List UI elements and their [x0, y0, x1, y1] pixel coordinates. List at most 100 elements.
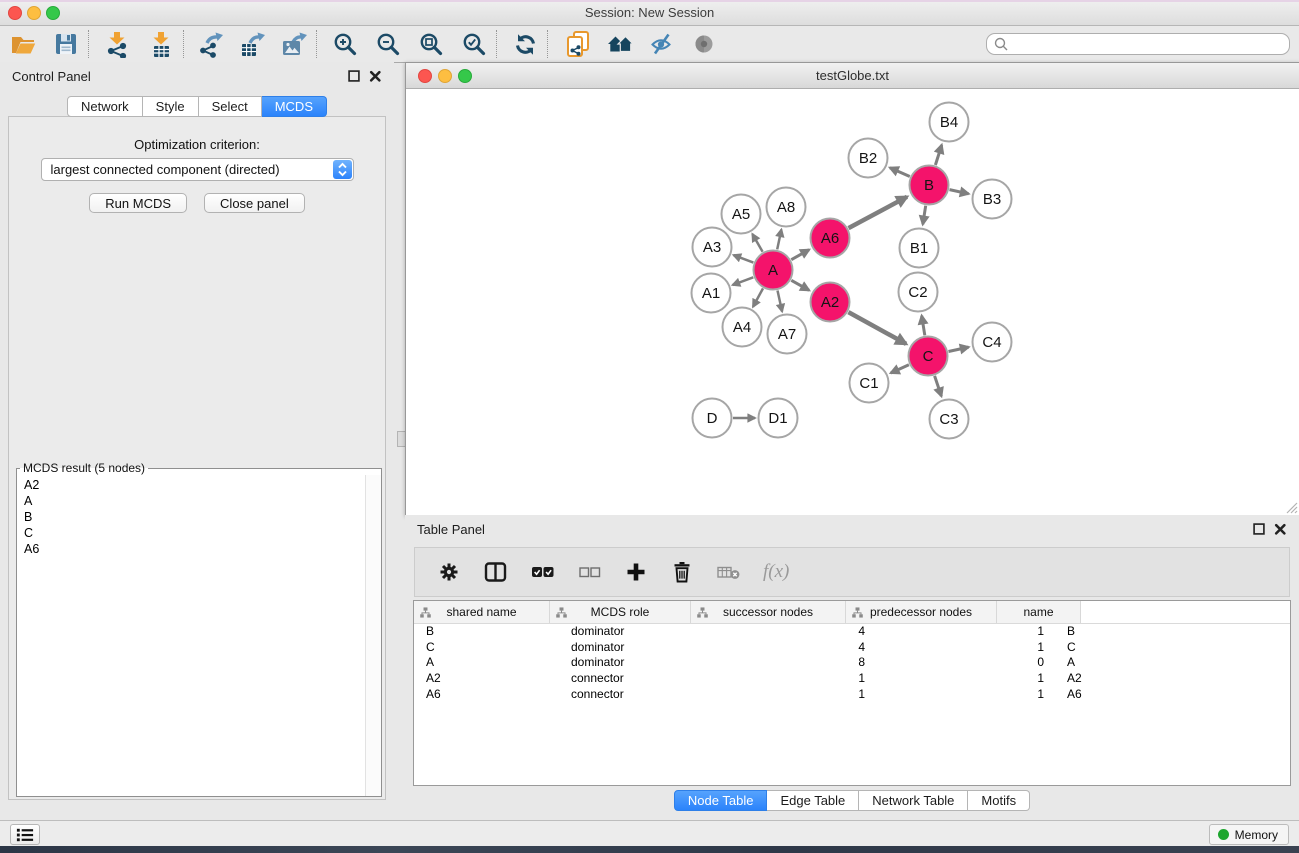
- table-cell[interactable]: C: [1058, 640, 1150, 656]
- graph-node-C1[interactable]: C1: [850, 364, 889, 403]
- graph-node-A5[interactable]: A5: [722, 195, 761, 234]
- mcds-result-list[interactable]: A2ABCA6: [17, 475, 365, 796]
- table-cell[interactable]: A6: [1058, 687, 1150, 703]
- delete-column-button[interactable]: [670, 560, 694, 584]
- graph-edge-A-A5[interactable]: [752, 234, 762, 252]
- graph-node-C2[interactable]: C2: [899, 273, 938, 312]
- table-cell[interactable]: 8: [711, 655, 894, 671]
- show-graphics-details-button[interactable]: [689, 29, 719, 59]
- graph-node-A7[interactable]: A7: [768, 315, 807, 354]
- zoom-selected-button[interactable]: [459, 29, 489, 59]
- graph-edge-B-B3[interactable]: [950, 190, 969, 194]
- table-cell[interactable]: 0: [894, 655, 1058, 671]
- table-cell[interactable]: A2: [414, 671, 561, 687]
- deselect-all-button[interactable]: [577, 560, 602, 584]
- graph-edge-A-A1[interactable]: [733, 277, 754, 285]
- graph-edge-A-A6[interactable]: [791, 250, 809, 260]
- column-header-successor-nodes[interactable]: successor nodes: [691, 601, 846, 623]
- table-cell[interactable]: A2: [1058, 671, 1150, 687]
- table-row[interactable]: Adominator80A: [414, 655, 1290, 671]
- table-cell[interactable]: 4: [711, 640, 894, 656]
- graph-node-A2[interactable]: A2: [811, 283, 850, 322]
- import-table-button[interactable]: [146, 29, 176, 59]
- mcds-result-item[interactable]: A6: [24, 541, 365, 557]
- save-session-button[interactable]: [51, 29, 81, 59]
- graph-node-C[interactable]: C: [909, 337, 948, 376]
- graph-node-D[interactable]: D: [693, 399, 732, 438]
- graph-edge-C-C2[interactable]: [922, 316, 925, 336]
- graph-node-B3[interactable]: B3: [973, 180, 1012, 219]
- table-cell[interactable]: A: [1058, 655, 1150, 671]
- table-cell[interactable]: 1: [711, 671, 894, 687]
- table-cell[interactable]: 1: [894, 640, 1058, 656]
- table-tab-edge-table[interactable]: Edge Table: [767, 790, 859, 811]
- result-scrollbar-track[interactable]: [365, 475, 381, 796]
- graph-node-D1[interactable]: D1: [759, 399, 798, 438]
- search-field[interactable]: [986, 33, 1290, 55]
- tab-mcds[interactable]: MCDS: [262, 96, 327, 117]
- table-cell[interactable]: A: [414, 655, 561, 671]
- tab-style[interactable]: Style: [143, 96, 199, 117]
- table-cell[interactable]: dominator: [561, 640, 711, 656]
- table-cell[interactable]: 4: [711, 624, 894, 640]
- mcds-result-item[interactable]: A: [24, 493, 365, 509]
- reset-view-button[interactable]: [605, 29, 635, 59]
- close-panel-button-inline[interactable]: Close panel: [204, 193, 305, 213]
- search-input[interactable]: [1009, 36, 1273, 52]
- export-image-button[interactable]: [279, 29, 309, 59]
- table-cell[interactable]: 1: [711, 687, 894, 703]
- table-cell[interactable]: C: [414, 640, 561, 656]
- delete-table-button[interactable]: [716, 560, 741, 584]
- hide-graphics-details-button[interactable]: [647, 29, 677, 59]
- table-cell[interactable]: A6: [414, 687, 561, 703]
- graph-node-C4[interactable]: C4: [973, 323, 1012, 362]
- table-cell[interactable]: connector: [561, 687, 711, 703]
- graph-node-B[interactable]: B: [910, 166, 949, 205]
- clone-network-button[interactable]: [563, 29, 593, 59]
- graph-node-A6[interactable]: A6: [811, 219, 850, 258]
- memory-button[interactable]: Memory: [1209, 824, 1289, 845]
- export-table-button[interactable]: [237, 29, 267, 59]
- zoom-fit-button[interactable]: [416, 29, 446, 59]
- table-cell[interactable]: dominator: [561, 655, 711, 671]
- mcds-result-item[interactable]: A2: [24, 477, 365, 493]
- import-network-button[interactable]: [102, 29, 132, 59]
- graph-node-A[interactable]: A: [754, 251, 793, 290]
- table-tab-node-table[interactable]: Node Table: [674, 790, 768, 811]
- graph-node-B2[interactable]: B2: [849, 139, 888, 178]
- graph-node-A1[interactable]: A1: [692, 274, 731, 313]
- column-header-MCDS-role[interactable]: MCDS role: [550, 601, 691, 623]
- graph-edge-C-C3[interactable]: [935, 376, 942, 396]
- graph-edge-C-C1[interactable]: [891, 365, 909, 373]
- close-table-panel-button[interactable]: [1274, 523, 1286, 535]
- column-header-name[interactable]: name: [997, 601, 1081, 623]
- open-session-button[interactable]: [8, 29, 38, 59]
- float-panel-button[interactable]: [348, 70, 360, 82]
- criterion-dropdown[interactable]: largest connected component (directed): [41, 158, 354, 181]
- graph-edge-A-A8[interactable]: [777, 230, 781, 250]
- column-header-predecessor-nodes[interactable]: predecessor nodes: [846, 601, 997, 623]
- graph-edge-A-A3[interactable]: [734, 255, 754, 263]
- graph-node-C3[interactable]: C3: [930, 400, 969, 439]
- table-cell[interactable]: B: [1058, 624, 1150, 640]
- apply-layout-button[interactable]: [510, 29, 540, 59]
- table-cell[interactable]: 1: [894, 671, 1058, 687]
- table-cell[interactable]: B: [414, 624, 561, 640]
- table-settings-button[interactable]: [437, 560, 461, 584]
- network-canvas[interactable]: B4B2BB3A5A8A6A3AB1A1A2C2A4A7C4CC1C3DD1: [406, 89, 1299, 515]
- export-network-button[interactable]: [195, 29, 225, 59]
- mcds-result-item[interactable]: C: [24, 525, 365, 541]
- table-cell[interactable]: 1: [894, 687, 1058, 703]
- table-cell[interactable]: dominator: [561, 624, 711, 640]
- float-table-panel-button[interactable]: [1253, 523, 1265, 535]
- tab-select[interactable]: Select: [199, 96, 262, 117]
- column-header-shared-name[interactable]: shared name: [414, 601, 550, 623]
- table-row[interactable]: Cdominator41C: [414, 640, 1290, 656]
- graph-edge-A-A7[interactable]: [778, 291, 783, 312]
- select-all-button[interactable]: [530, 560, 555, 584]
- graph-edge-B-B1[interactable]: [923, 206, 926, 225]
- graph-node-A3[interactable]: A3: [693, 228, 732, 267]
- task-history-button[interactable]: [10, 824, 40, 845]
- graph-edge-A-A4[interactable]: [753, 288, 763, 306]
- graph-edge-A6-B[interactable]: [849, 197, 908, 228]
